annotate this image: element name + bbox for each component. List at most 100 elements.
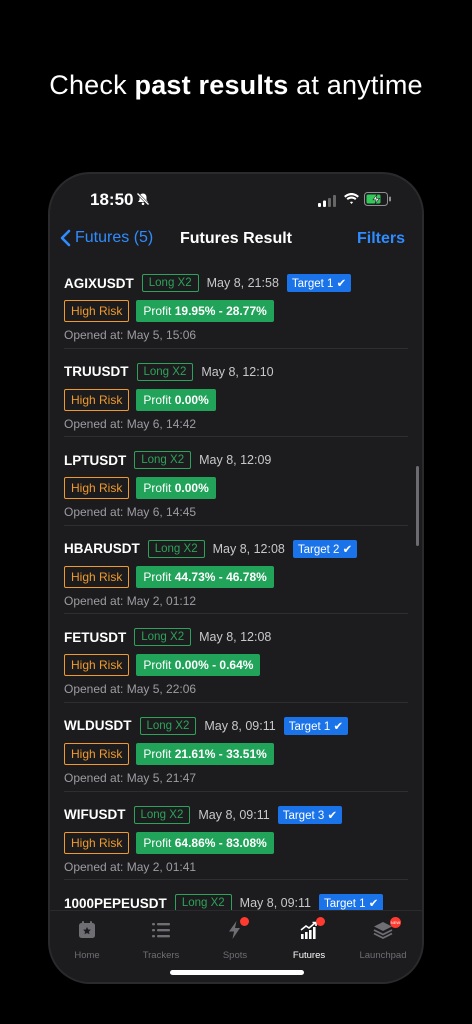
close-date: May 8, 09:11 (239, 896, 312, 910)
profit-label: Profit (143, 481, 172, 496)
tab-trackers[interactable]: Trackers (124, 919, 198, 961)
battery-charging-icon (364, 192, 392, 211)
close-date: May 8, 12:09 (199, 453, 272, 468)
symbol: WIFUSDT (64, 807, 126, 823)
headline-pre: Check (49, 70, 135, 100)
close-date: May 8, 12:08 (212, 541, 285, 556)
status-time: 18:50 (90, 190, 134, 209)
result-row[interactable]: WLDUSDT Long X2 May 8, 09:11 Target 1 ✔ Hig… (64, 703, 408, 792)
result-row[interactable]: HBARUSDT Long X2 May 8, 12:08 Target 2 ✔ Hi… (64, 526, 408, 615)
profit-label: Profit (143, 835, 172, 850)
cellular-signal-icon (318, 194, 336, 212)
profit-badge: Profit 44.73% - 46.78% (136, 565, 274, 588)
opened-at: Opened at: May 6, 14:45 (64, 505, 197, 520)
position-tag: Long X2 (174, 894, 232, 910)
risk-badge: High Risk (64, 831, 130, 854)
notification-dot (316, 917, 325, 926)
target-badge: Target 1 ✔ (286, 274, 352, 292)
opened-at: Opened at: May 2, 01:12 (64, 593, 197, 608)
symbol: 1000PEPEUSDT (64, 895, 167, 910)
close-date: May 8, 09:11 (198, 807, 270, 822)
risk-badge: High Risk (64, 565, 130, 588)
status-bar: 18:50 (50, 174, 422, 224)
profit-label: Profit (143, 746, 172, 761)
profit-label: Profit (143, 569, 172, 584)
profit-badge: Profit 0.00% - 0.64% (136, 654, 261, 677)
tab-bar: Home Trackers Spots Futures NEW Launchpa… (50, 910, 422, 982)
symbol: FETUSDT (64, 629, 127, 645)
bell-muted-icon (136, 192, 150, 211)
tab-launchpad[interactable]: NEW Launchpad (346, 917, 420, 961)
profit-badge: Profit 19.95% - 28.77% (136, 300, 274, 322)
position-tag: Long X2 (133, 805, 191, 824)
home-star-icon (76, 919, 98, 943)
headline-post: at anytime (288, 70, 423, 100)
symbol: TRUUSDT (64, 364, 129, 380)
symbol: HBARUSDT (64, 541, 140, 557)
risk-badge: High Risk (64, 654, 130, 677)
profit-badge: Profit 64.86% - 83.08% (136, 831, 274, 854)
profit-badge: Profit 0.00% (136, 477, 216, 500)
result-row[interactable]: TRUUSDT Long X2 May 8, 12:10 High Risk Prof… (64, 349, 408, 438)
close-date: May 8, 12:08 (199, 630, 272, 645)
tab-label: Home (74, 950, 100, 961)
result-row[interactable]: LPTUSDT Long X2 May 8, 12:09 High Risk Prof… (64, 437, 408, 526)
symbol: WLDUSDT (64, 718, 132, 734)
tab-spots[interactable]: Spots (198, 917, 272, 961)
tab-label: Spots (222, 950, 248, 961)
risk-badge: High Risk (64, 388, 130, 411)
result-row[interactable]: WIFUSDT Long X2 May 8, 09:11 Target 3 ✔ Hig… (64, 792, 408, 881)
tab-futures[interactable]: Futures (272, 917, 346, 961)
profit-value: 0.00% (174, 481, 209, 496)
opened-at: Opened at: May 5, 21:47 (64, 770, 197, 785)
close-date: May 8, 21:58 (206, 276, 279, 290)
risk-badge: High Risk (64, 742, 130, 765)
profit-value: 0.00% (174, 392, 209, 407)
close-date: May 8, 09:11 (204, 718, 276, 733)
risk-badge: High Risk (64, 300, 130, 322)
profit-badge: Profit 0.00% (136, 388, 216, 411)
position-tag: Long X2 (134, 451, 192, 470)
symbol: LPTUSDT (64, 452, 127, 468)
position-tag: Long X2 (141, 274, 199, 292)
tab-label: Trackers (142, 950, 180, 961)
profit-label: Profit (143, 392, 172, 407)
profit-value: 21.61% - 33.51% (174, 746, 267, 761)
profit-badge: Profit 21.61% - 33.51% (136, 742, 274, 765)
profit-label: Profit (143, 658, 172, 673)
position-tag: Long X2 (136, 362, 194, 381)
profit-value: 19.95% - 28.77% (174, 304, 267, 318)
notification-dot (240, 917, 249, 926)
tab-home[interactable]: Home (50, 919, 124, 961)
close-date: May 8, 12:10 (201, 364, 274, 379)
target-badge: Target 1 ✔ (283, 716, 349, 735)
home-indicator[interactable] (170, 970, 304, 975)
results-list[interactable]: AGIXUSDT Long X2 May 8, 21:58 Target 1 ✔ Hi… (50, 260, 422, 910)
symbol: AGIXUSDT (64, 275, 134, 291)
profit-value: 44.73% - 46.78% (174, 569, 267, 584)
result-row[interactable]: AGIXUSDT Long X2 May 8, 21:58 Target 1 ✔ Hi… (64, 260, 408, 349)
result-row[interactable]: 1000PEPEUSDT Long X2 May 8, 09:11 Target 1 … (64, 880, 408, 910)
profit-value: 64.86% - 83.08% (174, 835, 267, 850)
position-tag: Long X2 (134, 628, 192, 647)
target-badge: Target 1 ✔ (319, 894, 384, 910)
headline-bold: past results (134, 70, 289, 100)
new-badge: NEW (390, 917, 401, 928)
headline: Check past results at anytime (0, 70, 472, 101)
wifi-icon (343, 192, 360, 210)
opened-at: Opened at: May 5, 22:06 (64, 682, 197, 697)
opened-at: Opened at: May 5, 15:06 (64, 328, 197, 342)
phone-screen: 18:50 Futures (5) Futures Result Filters… (50, 174, 422, 982)
position-tag: Long X2 (147, 539, 205, 558)
profit-value: 0.00% - 0.64% (174, 658, 254, 673)
risk-badge: High Risk (64, 477, 130, 500)
nav-bar: Futures (5) Futures Result Filters (50, 226, 422, 254)
filters-button[interactable]: Filters (357, 230, 405, 248)
opened-at: Opened at: May 2, 01:41 (64, 859, 197, 874)
position-tag: Long X2 (139, 716, 197, 735)
result-row[interactable]: FETUSDT Long X2 May 8, 12:08 High Risk Prof… (64, 614, 408, 703)
target-badge: Target 3 ✔ (277, 805, 343, 824)
tab-label: Launchpad (359, 950, 407, 961)
scrollbar[interactable] (416, 466, 419, 546)
opened-at: Opened at: May 6, 14:42 (64, 416, 197, 431)
